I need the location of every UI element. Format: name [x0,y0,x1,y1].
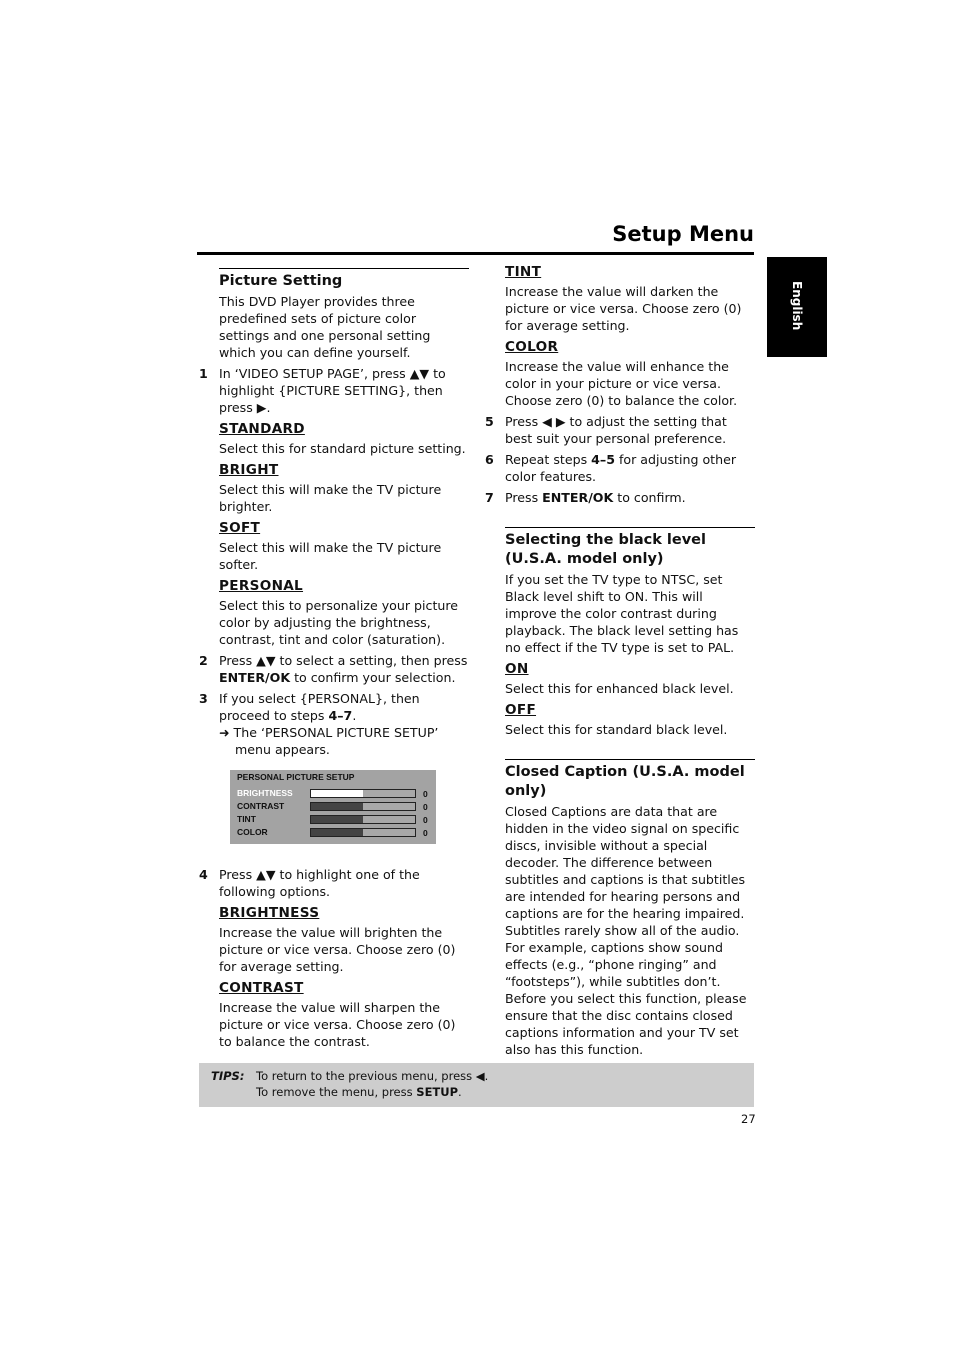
osd-level-fill [311,803,363,810]
option-color: COLOR [505,339,559,355]
step-number: 3 [199,691,208,706]
step-6: 6 Repeat steps 4–5 for adjusting other c… [485,451,755,485]
option-off-desc: Select this for standard black level. [505,722,728,737]
option-personal: PERSONAL [219,578,304,594]
left-column: Picture Setting This DVD Player provides… [199,268,469,1050]
option-color-desc: Increase the value will enhance the colo… [505,359,738,408]
step-text-pre: Press ▲▼ to select a setting, then press [219,653,468,668]
osd-row-label: BRIGHTNESS [237,788,293,798]
step-text: In ‘VIDEO SETUP PAGE’, press ▲▼ to highl… [219,366,446,415]
option-standard-desc: Select this for standard picture setting… [219,441,466,456]
osd-level-fill [311,829,363,836]
tips-box: TIPS: To return to the previous menu, pr… [199,1063,754,1107]
setup-key: SETUP [416,1085,459,1099]
osd-row-brightness: BRIGHTNESS 0 [237,788,433,800]
option-standard: STANDARD [219,421,305,437]
osd-row-label: CONTRAST [237,801,285,811]
osd-row-label: COLOR [237,827,268,837]
step-number: 2 [199,653,208,668]
option-contrast: CONTRAST [219,980,304,996]
step-text-post: to confirm. [613,490,686,505]
step-text-post: . [352,708,357,723]
option-tint-desc: Increase the value will darken the pictu… [505,284,742,333]
section-rule [219,268,469,269]
section-title-black-level: Selecting the black level (U.S.A. model … [505,532,706,567]
osd-title: PERSONAL PICTURE SETUP [237,772,355,782]
osd-row-label: TINT [237,814,256,824]
option-contrast-desc: Increase the value will sharpen the pict… [219,1000,456,1049]
step-text-pre: Repeat steps [505,452,592,467]
osd-level-fill [311,816,363,823]
closed-caption-body: Closed Captions are data that are hidden… [505,804,747,1057]
step-7: 7 Press ENTER/OK to confirm. [485,489,755,506]
osd-row-value: 0 [423,815,428,825]
tips-line-1: To return to the previous menu, press ◀. [256,1069,489,1083]
section-title-closed-caption: Closed Caption (U.S.A. model only) [505,764,745,799]
osd-row-value: 0 [423,802,428,812]
personal-picture-setup-osd: PERSONAL PICTURE SETUP BRIGHTNESS 0 CONT… [230,770,436,844]
step-5: 5 Press ◀ ▶ to adjust the setting that b… [485,413,755,447]
option-brightness: BRIGHTNESS [219,905,320,921]
osd-row-contrast: CONTRAST 0 [237,801,433,813]
step-3: 3 If you select {PERSONAL}, then proceed… [199,690,469,758]
osd-level-fill [311,790,363,797]
step-text-post: to confirm your selection. [290,670,456,685]
osd-row-value: 0 [423,828,428,838]
section-rule [505,527,755,528]
osd-level-bar [310,789,416,798]
step-4: 4 Press ▲▼ to highlight one of the follo… [199,866,469,900]
step-text: Press ◀ ▶ to adjust the setting that bes… [505,414,727,446]
step-text-pre: If you select {PERSONAL}, then proceed t… [219,691,420,723]
osd-level-bar [310,828,416,837]
step-number: 1 [199,366,208,381]
page-title: Setup Menu [612,222,754,246]
step-result: ➜ The ‘PERSONAL PICTURE SETUP’ menu appe… [219,725,439,757]
step-range: 4–7 [328,708,353,723]
step-number: 4 [199,867,208,882]
section-rule [505,759,755,760]
tips-line-2: To remove the menu, press SETUP. [256,1084,462,1100]
picture-setting-intro: This DVD Player provides three predefine… [219,294,431,360]
option-tint: TINT [505,264,542,280]
page-number: 27 [741,1112,756,1126]
osd-row-tint: TINT 0 [237,814,433,826]
step-number: 5 [485,414,494,429]
language-tab-label: English [790,281,804,331]
step-range: 4–5 [591,452,615,467]
osd-row-value: 0 [423,789,428,799]
osd-level-bar [310,815,416,824]
option-off: OFF [505,702,537,718]
tips-line-2-pre: To remove the menu, press [256,1085,417,1099]
step-text: Press ▲▼ to highlight one of the followi… [219,867,420,899]
option-soft: SOFT [219,520,261,536]
option-bright: BRIGHT [219,462,279,478]
right-column: TINT Increase the value will darken the … [485,264,755,1058]
option-bright-desc: Select this will make the TV picture bri… [219,482,442,514]
osd-level-bar [310,802,416,811]
black-level-intro: If you set the TV type to NTSC, set Blac… [505,572,739,655]
step-1: 1 In ‘VIDEO SETUP PAGE’, press ▲▼ to hig… [199,365,469,416]
option-on: ON [505,661,529,677]
tips-line-2-post: . [458,1085,462,1099]
enter-ok-key: ENTER/OK [219,670,291,685]
osd-row-color: COLOR 0 [237,827,433,839]
section-title-picture-setting: Picture Setting [219,273,343,289]
step-number: 6 [485,452,494,467]
step-number: 7 [485,490,494,505]
step-2: 2 Press ▲▼ to select a setting, then pre… [199,652,469,686]
option-personal-desc: Select this to personalize your picture … [219,598,459,647]
option-brightness-desc: Increase the value will brighten the pic… [219,925,456,974]
tips-label: TIPS: [211,1069,245,1083]
title-rule [197,252,754,255]
language-tab: English [767,257,827,357]
step-text-pre: Press [505,490,543,505]
enter-ok-key: ENTER/OK [542,490,614,505]
option-on-desc: Select this for enhanced black level. [505,681,734,696]
option-soft-desc: Select this will make the TV picture sof… [219,540,442,572]
